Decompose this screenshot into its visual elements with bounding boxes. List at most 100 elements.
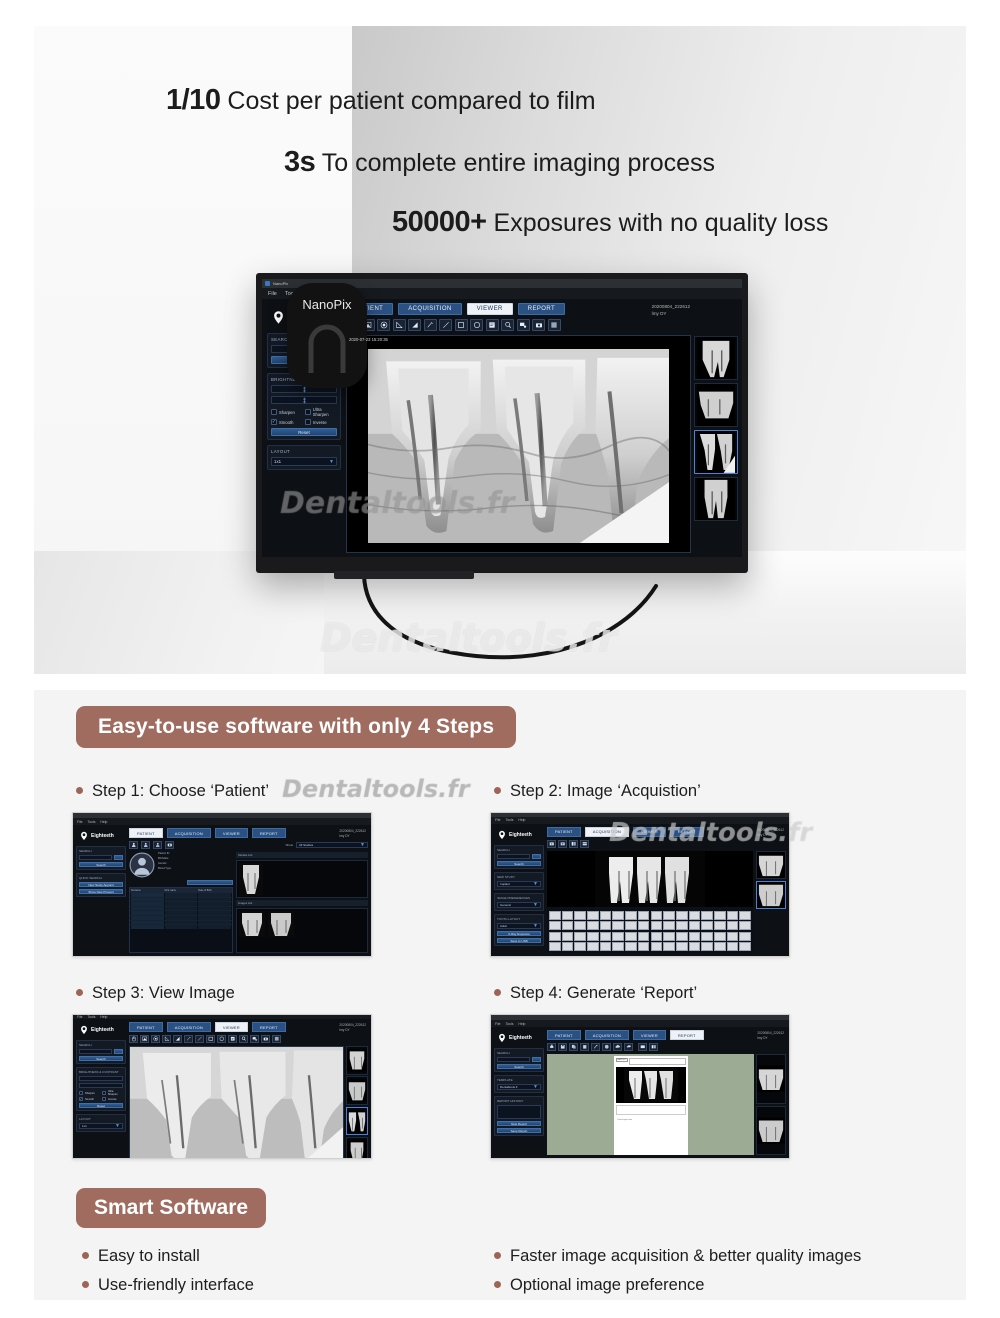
edit-icon[interactable]	[591, 1043, 600, 1051]
tooth-cell[interactable]	[650, 942, 663, 951]
tooth-cell[interactable]	[587, 942, 599, 951]
step3-canvas[interactable]: 2020-07-23 15:20:35	[129, 1046, 344, 1158]
tooth-cell[interactable]	[675, 942, 688, 951]
step-1-screenshot[interactable]: File Tools Help 20200804_222612 lmy DY E…	[72, 812, 372, 957]
note-icon[interactable]	[485, 319, 499, 331]
triangle-icon[interactable]	[408, 319, 421, 331]
step4-history-list[interactable]	[497, 1105, 541, 1119]
tooth-cell[interactable]	[726, 921, 739, 930]
layout-select[interactable]: 1x1 ▼	[271, 457, 337, 466]
tooth-cell[interactable]	[574, 931, 586, 941]
delete-patient-icon[interactable]	[153, 841, 162, 849]
tooth-cell[interactable]	[637, 942, 650, 951]
table-row[interactable]	[130, 925, 232, 929]
tab-report[interactable]: REPORT	[517, 303, 566, 315]
tooth-cell[interactable]	[599, 931, 612, 941]
tooth-cell[interactable]	[599, 910, 612, 920]
tooth-cell[interactable]	[688, 942, 701, 951]
tooth-cell[interactable]	[625, 931, 637, 941]
tooth-cell[interactable]	[612, 931, 624, 941]
tooth-cell[interactable]	[688, 931, 701, 941]
contrast-icon[interactable]	[140, 1035, 149, 1043]
pen-icon[interactable]	[184, 1035, 193, 1043]
step3-contrast-slider[interactable]	[79, 1083, 123, 1088]
tooth-cell[interactable]	[650, 931, 663, 941]
camera-icon[interactable]	[261, 1035, 270, 1043]
step1-search-dropdown[interactable]	[114, 855, 123, 860]
thumbnail-2[interactable]	[694, 383, 738, 427]
step3-tab-acquisition[interactable]: ACQUISITION	[166, 1022, 211, 1032]
step2-search-button[interactable]: Search	[497, 860, 541, 866]
tab-acquisition[interactable]: ACQUISITION	[398, 303, 462, 315]
tooth-cell[interactable]	[663, 921, 675, 930]
edit-patient-icon[interactable]	[141, 841, 150, 849]
magnifier-icon[interactable]	[239, 1035, 248, 1043]
step2-xray-exposure-button[interactable]: X-Ray Exposure	[497, 930, 541, 936]
xray-canvas[interactable]: 2020-07-23 15:20:35	[346, 335, 691, 553]
tooth-cell[interactable]	[612, 942, 624, 951]
step4-search-button[interactable]: Search	[497, 1064, 541, 1069]
tooth-cell[interactable]	[625, 910, 637, 920]
tooth-cell[interactable]	[688, 910, 701, 920]
step4-save-report-button[interactable]: Save Report	[497, 1128, 541, 1133]
tooth-cell[interactable]	[625, 921, 637, 930]
tooth-cell[interactable]	[650, 921, 663, 930]
step3-search-button[interactable]: Search	[79, 1056, 123, 1061]
step4-report-backdrop[interactable]: REPORT Dental report note	[547, 1054, 754, 1155]
tooth-cell[interactable]	[701, 910, 713, 920]
tooth-cell[interactable]	[714, 910, 726, 920]
grid-icon[interactable]	[649, 1043, 658, 1051]
step2-newstudy-select[interactable]: Implant ▼	[497, 880, 541, 887]
tooth-cell[interactable]	[561, 910, 574, 920]
tooth-cell[interactable]	[714, 921, 726, 930]
step-3-screenshot[interactable]: File Tools Help 20200804_222612 lmy DY E…	[72, 1014, 372, 1159]
step2-tab-patient[interactable]: PATIENT	[547, 826, 581, 837]
tooth-cell[interactable]	[726, 942, 739, 951]
step1-patient-table[interactable]: Surname First name Date of Birth	[129, 887, 233, 953]
step-4-screenshot[interactable]: File Tools Help 20200804_222612 lmy DY E…	[490, 1014, 790, 1159]
tooth-cell[interactable]	[574, 942, 586, 951]
ultra-sharpen-checkbox[interactable]: Ultra Sharpen	[305, 407, 337, 417]
step4-thumbnail-2[interactable]	[756, 1105, 786, 1155]
step4-tab-viewer[interactable]: VIEWER	[632, 1030, 666, 1040]
rectangle-icon[interactable]	[206, 1035, 215, 1043]
tooth-cell[interactable]	[739, 921, 751, 930]
step2-tab-acquisition[interactable]: ACQUISITION	[584, 826, 629, 837]
ellipse-icon[interactable]	[470, 319, 483, 331]
step3-thumbnail-3[interactable]	[346, 1106, 368, 1136]
step1-menu-tools[interactable]: Tools	[87, 820, 95, 824]
step3-thumbnail-4[interactable]	[346, 1136, 368, 1158]
tooth-cell[interactable]	[637, 921, 650, 930]
tooth-cell[interactable]	[714, 931, 726, 941]
step4-thumbnail-1[interactable]	[756, 1054, 786, 1104]
step2-search-input[interactable]	[497, 853, 530, 859]
sharpen-checkbox[interactable]: Sharpen	[271, 409, 303, 415]
reset-button[interactable]: Reset	[271, 428, 337, 436]
thumbnail-3[interactable]	[694, 430, 738, 474]
tooth-cell[interactable]	[625, 942, 637, 951]
step3-sharpen-checkbox[interactable]: Sharpen	[79, 1091, 100, 1095]
tooth-cell[interactable]	[587, 910, 599, 920]
layout-icon[interactable]	[580, 839, 589, 848]
thumbnail-4[interactable]	[694, 477, 738, 521]
step2-thumbnail-2[interactable]	[756, 880, 786, 909]
step4-new-report-button[interactable]: New Report	[497, 1121, 541, 1126]
brightness-icon[interactable]	[151, 1035, 160, 1043]
page-icon[interactable]	[638, 1043, 647, 1051]
tooth-cell[interactable]	[549, 921, 561, 930]
cloud-icon[interactable]	[613, 1043, 622, 1051]
step3-search-dropdown[interactable]	[114, 1049, 123, 1054]
hand-icon[interactable]	[129, 1035, 138, 1043]
step2-save-usb-button[interactable]: Save to USB	[497, 937, 541, 943]
tooth-cell[interactable]	[587, 931, 599, 941]
tooth-cell[interactable]	[726, 931, 739, 941]
step1-menu-help[interactable]: Help	[100, 820, 107, 824]
tooth-cell[interactable]	[612, 910, 624, 920]
tooth-cell[interactable]	[650, 910, 663, 920]
import-icon[interactable]	[547, 839, 556, 848]
step1-new-record-button[interactable]	[187, 880, 233, 885]
smooth-checkbox[interactable]: ✓ Smooth	[271, 419, 303, 425]
tooth-cell[interactable]	[739, 931, 751, 941]
step2-menu-file[interactable]: File	[495, 818, 500, 822]
step1-show-present-button[interactable]: Show New Present	[79, 889, 123, 894]
